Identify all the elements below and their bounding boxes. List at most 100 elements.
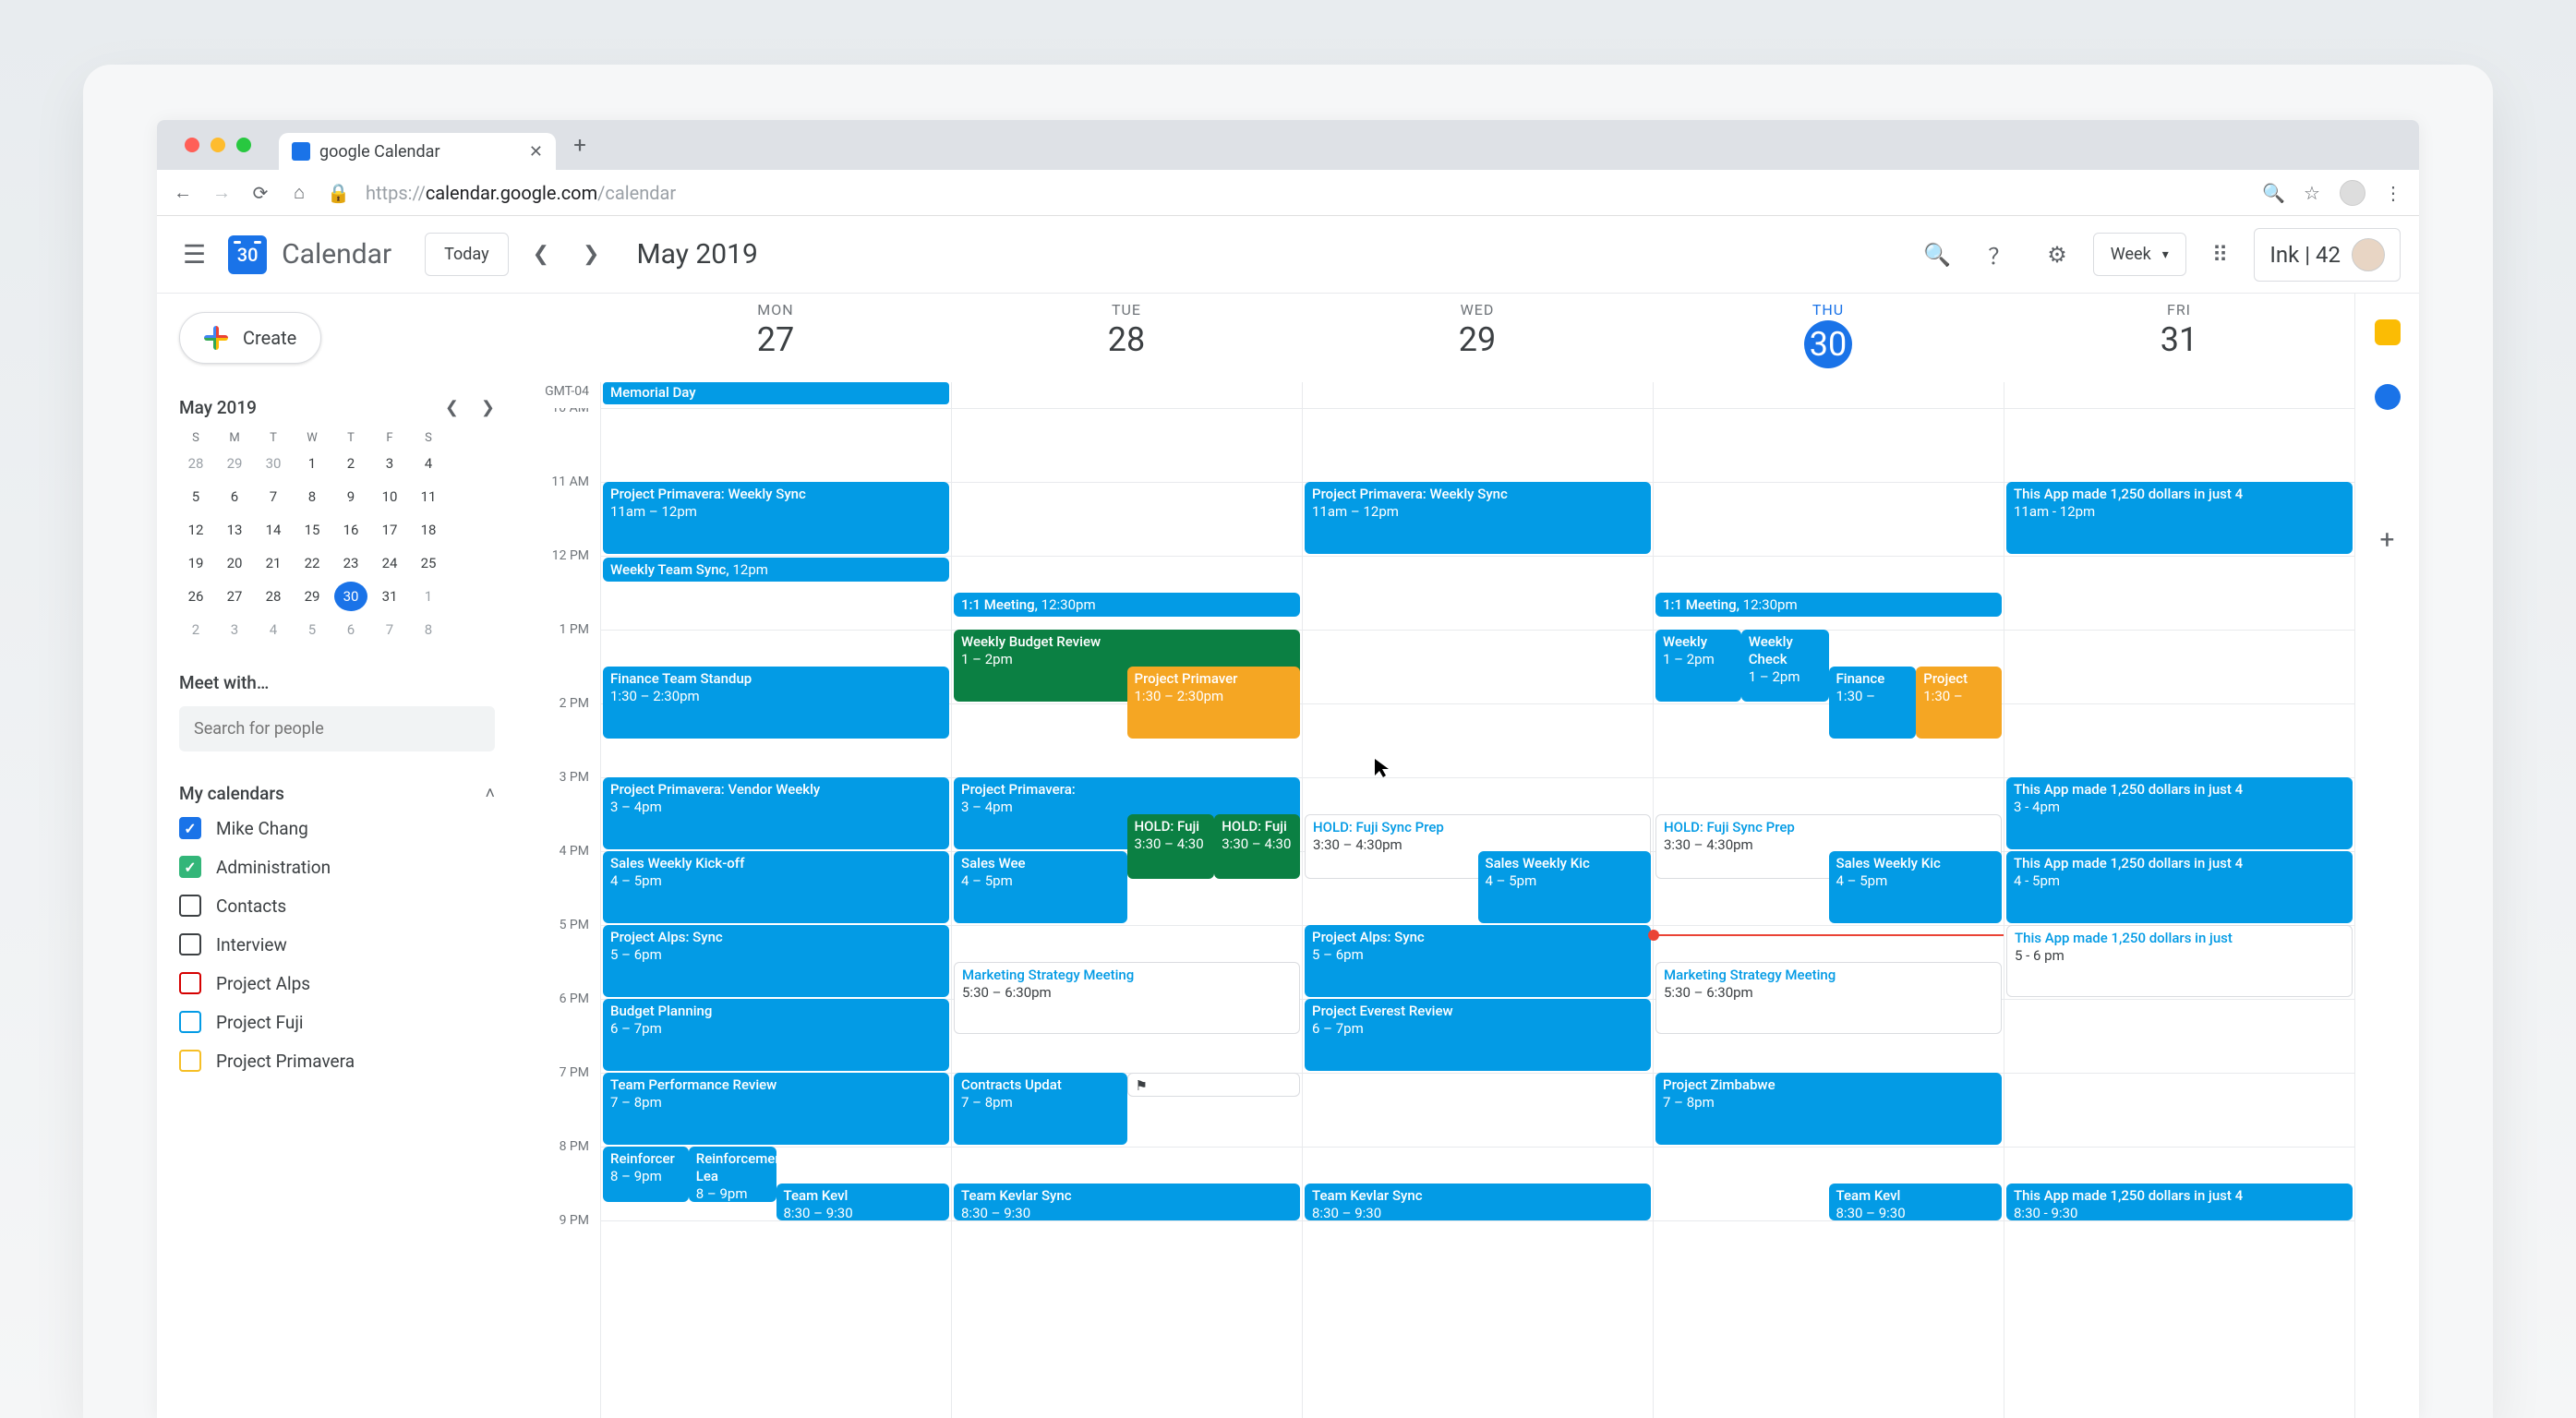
mini-day[interactable]: 28 [179, 449, 212, 478]
calendar-event[interactable]: Project Alps: Sync5 – 6pm [1305, 925, 1651, 997]
mini-day[interactable]: 5 [179, 482, 212, 511]
calendar-event[interactable]: This App made 1,250 dollars in just5 - 6… [2006, 925, 2353, 997]
mini-day[interactable]: 6 [218, 482, 251, 511]
day-column[interactable]: Project Primavera: Weekly Sync11am – 12p… [1302, 408, 1653, 1418]
calendar-event[interactable]: HOLD: Fuji3:30 – 4:30 [1214, 814, 1300, 879]
calendar-event[interactable]: Team Kevl8:30 – 9:30 [776, 1184, 950, 1220]
calendar-checkbox[interactable] [179, 1011, 201, 1033]
calendar-event[interactable]: Finance1:30 – [1829, 667, 1917, 739]
menu-icon[interactable]: ☰ [175, 232, 213, 277]
calendar-event[interactable]: Sales Weekly Kic4 – 5pm [1478, 851, 1652, 923]
view-selector[interactable]: Week ▾ [2093, 233, 2186, 276]
allday-event[interactable]: Memorial Day [603, 382, 949, 404]
url-field[interactable]: https://calendar.google.com/calendar [366, 182, 2245, 204]
calendar-event[interactable]: Project Zimbabwe7 – 8pm [1655, 1073, 2002, 1145]
mini-day[interactable]: 13 [218, 515, 251, 545]
calendar-event[interactable]: Project Primavera: Weekly Sync11am – 12p… [603, 482, 949, 554]
mini-day[interactable]: 15 [295, 515, 329, 545]
calendar-event[interactable]: 1:1 Meeting, 12:30pm [1655, 593, 2002, 617]
mini-day[interactable]: 14 [257, 515, 290, 545]
keep-icon[interactable] [2375, 319, 2401, 345]
calendar-event[interactable]: Sales Wee4 – 5pm [954, 851, 1127, 923]
calendar-event[interactable]: 1:1 Meeting, 12:30pm [954, 593, 1300, 617]
day-column[interactable]: Project Primavera: Weekly Sync11am – 12p… [600, 408, 951, 1418]
new-tab-button[interactable]: + [563, 128, 596, 162]
mini-prev-icon[interactable]: ❮ [445, 398, 459, 417]
mini-day[interactable]: 2 [334, 449, 367, 478]
mini-day[interactable]: 6 [334, 615, 367, 644]
mini-day[interactable]: 19 [179, 548, 212, 578]
calendar-event[interactable]: Project Everest Review6 – 7pm [1305, 999, 1651, 1071]
calendar-event[interactable]: This App made 1,250 dollars in just 44 -… [2006, 851, 2353, 923]
calendar-event[interactable]: Weekly Team Sync, 12pm [603, 558, 949, 582]
help-icon[interactable]: ？ [1977, 231, 2021, 278]
people-search-input[interactable] [179, 706, 495, 751]
prev-period-icon[interactable]: ❮ [524, 235, 559, 273]
mini-day[interactable]: 4 [412, 449, 445, 478]
search-icon[interactable]: 🔍 [1912, 234, 1962, 275]
close-window-icon[interactable] [185, 138, 199, 152]
mini-day[interactable]: 3 [218, 615, 251, 644]
calendar-event[interactable]: Project Primaver1:30 – 2:30pm [1127, 667, 1301, 739]
day-header[interactable]: FRI31 [2004, 294, 2354, 382]
mini-day[interactable]: 5 [295, 615, 329, 644]
mini-day[interactable]: 30 [257, 449, 290, 478]
day-column[interactable]: 1:1 Meeting, 12:30pmWeekly1 – 2pmWeekly … [1653, 408, 2004, 1418]
calendar-checkbox[interactable] [179, 933, 201, 955]
mini-calendar[interactable]: SMTWTFS282930123456789101112131415161718… [179, 431, 495, 644]
mini-day[interactable]: 28 [257, 582, 290, 611]
calendar-event[interactable]: Reinforcement Lea8 – 9pm [689, 1147, 776, 1202]
mini-day[interactable]: 7 [257, 482, 290, 511]
day-column[interactable]: This App made 1,250 dollars in just 411a… [2004, 408, 2354, 1418]
mini-day[interactable]: 7 [373, 615, 406, 644]
calendar-event[interactable]: Marketing Strategy Meeting5:30 – 6:30pm [954, 962, 1300, 1034]
calendar-item[interactable]: Interview [179, 933, 495, 955]
nav-back-icon[interactable]: ← [172, 181, 194, 204]
calendar-event[interactable]: Project1:30 – [1916, 667, 2002, 739]
calendar-event[interactable]: Reinforcer8 – 9pm [603, 1147, 689, 1202]
zoom-icon[interactable]: 🔍 [2262, 182, 2284, 204]
calendar-event[interactable]: HOLD: Fuji3:30 – 4:30 [1127, 814, 1215, 879]
mini-day[interactable]: 1 [295, 449, 329, 478]
calendar-item[interactable]: Administration [179, 856, 495, 878]
calendar-event[interactable]: Team Kevlar Sync8:30 – 9:30 [1305, 1184, 1651, 1220]
mini-day[interactable]: 20 [218, 548, 251, 578]
mini-day[interactable]: 10 [373, 482, 406, 511]
calendar-checkbox[interactable] [179, 856, 201, 878]
settings-gear-icon[interactable]: ⚙ [2036, 234, 2078, 275]
calendar-item[interactable]: Project Fuji [179, 1011, 495, 1033]
calendar-item[interactable]: Project Alps [179, 972, 495, 994]
tasks-icon[interactable] [2375, 384, 2401, 410]
mini-day[interactable]: 17 [373, 515, 406, 545]
calendar-event[interactable]: Contracts Updat7 – 8pm [954, 1073, 1127, 1145]
maximize-window-icon[interactable] [236, 138, 251, 152]
calendar-item[interactable]: Mike Chang [179, 817, 495, 839]
calendar-item[interactable]: Project Primavera [179, 1050, 495, 1072]
mini-next-icon[interactable]: ❯ [481, 398, 495, 417]
calendar-event[interactable]: Sales Weekly Kick-off4 – 5pm [603, 851, 949, 923]
day-header[interactable]: WED29 [1302, 294, 1653, 382]
calendar-event[interactable]: Weekly1 – 2pm [1655, 630, 1741, 702]
calendar-event[interactable]: This App made 1,250 dollars in just 43 -… [2006, 777, 2353, 849]
time-grid[interactable]: 10 AM11 AM12 PM1 PM2 PM3 PM4 PM5 PM6 PM7… [517, 408, 2354, 1418]
tab-close-icon[interactable]: ✕ [529, 142, 543, 162]
calendar-event[interactable]: This App made 1,250 dollars in just 48:3… [2006, 1184, 2353, 1220]
mini-day[interactable]: 8 [412, 615, 445, 644]
calendar-event[interactable]: Team Kevl8:30 – 9:30 [1829, 1184, 2003, 1220]
mini-day[interactable]: 26 [179, 582, 212, 611]
mini-day[interactable]: 21 [257, 548, 290, 578]
mini-day[interactable]: 22 [295, 548, 329, 578]
day-header[interactable]: THU30 [1653, 294, 2004, 382]
mini-day[interactable]: 8 [295, 482, 329, 511]
my-calendars-header[interactable]: My calendars ˄ [179, 783, 495, 804]
calendar-event[interactable]: ⚑ Learn to code [1127, 1073, 1301, 1097]
home-icon[interactable]: ⌂ [288, 181, 310, 204]
calendar-event[interactable]: Budget Planning6 – 7pm [603, 999, 949, 1071]
calendar-event[interactable]: Project Primavera: Vendor Weekly3 – 4pm [603, 777, 949, 849]
mini-day[interactable]: 31 [373, 582, 406, 611]
day-column[interactable]: 1:1 Meeting, 12:30pmWeekly Budget Review… [951, 408, 1302, 1418]
mini-day[interactable]: 24 [373, 548, 406, 578]
mini-day[interactable]: 27 [218, 582, 251, 611]
calendar-event[interactable]: Project Primavera: Weekly Sync11am – 12p… [1305, 482, 1651, 554]
calendar-item[interactable]: Contacts [179, 895, 495, 917]
